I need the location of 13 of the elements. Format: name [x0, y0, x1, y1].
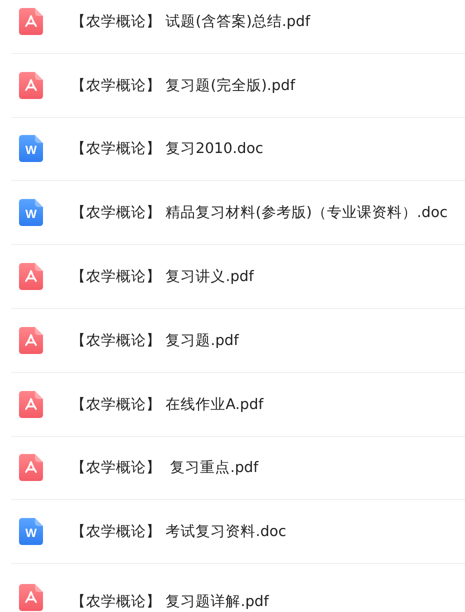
file-name[interactable]: 【农学概论】 精品复习材料(参考版)（专业课资料）.doc: [71, 203, 448, 222]
file-name[interactable]: 【农学概论】 复习题详解.pdf: [71, 592, 269, 612]
file-name[interactable]: 【农学概论】 试题(含答案)总结.pdf: [71, 12, 310, 31]
word-file-icon: W: [19, 199, 43, 226]
word-file-icon: W: [19, 135, 43, 162]
file-name[interactable]: 【农学概论】 考试复习资料.doc: [71, 522, 286, 542]
file-name[interactable]: 【农学概论】 复习讲义.pdf: [71, 267, 254, 286]
word-file-icon: W: [19, 518, 43, 546]
file-name[interactable]: 【农学概论】 复习2010.doc: [71, 139, 264, 158]
file-name[interactable]: 【农学概论】 在线作业A.pdf: [71, 394, 264, 414]
file-name[interactable]: 【农学概论】 复习题(完全版).pdf: [71, 76, 296, 95]
file-name[interactable]: 【农学概论】 复习题.pdf: [71, 330, 239, 350]
file-name[interactable]: 【农学概论】 复习重点.pdf: [71, 458, 258, 478]
